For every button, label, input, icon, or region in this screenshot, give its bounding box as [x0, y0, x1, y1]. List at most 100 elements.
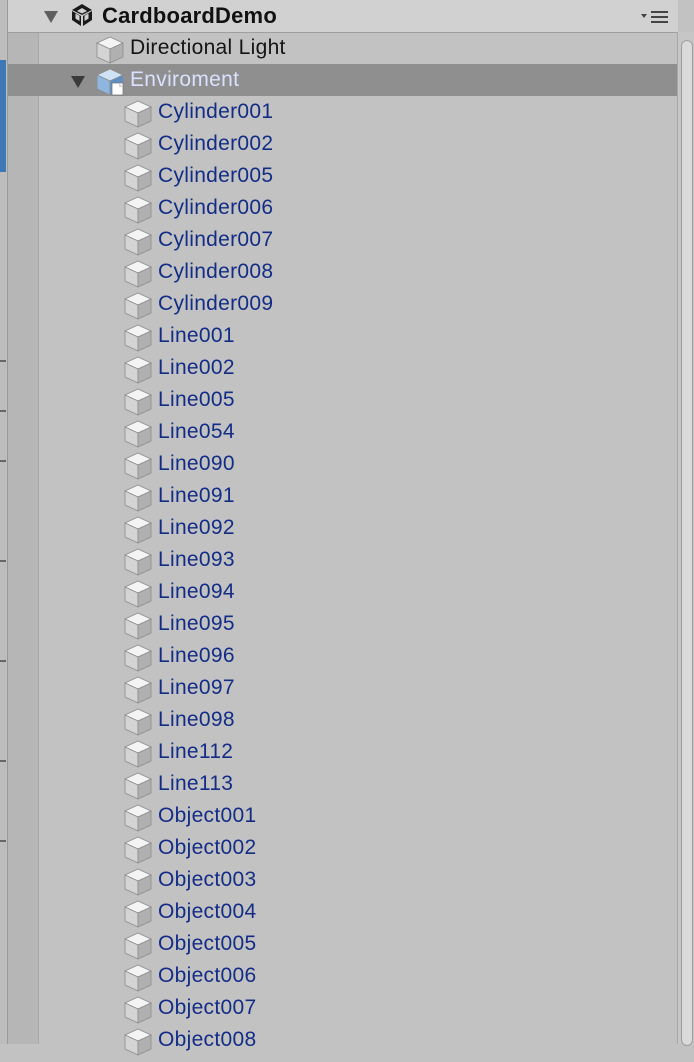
item-label: Cylinder001: [158, 100, 274, 123]
hierarchy-item-line001[interactable]: Line001: [8, 320, 678, 352]
scene-name: CardboardDemo: [102, 3, 277, 28]
hierarchy-item-object008[interactable]: Object008: [8, 1024, 678, 1056]
gameobject-cube-icon: [123, 963, 153, 993]
item-label: Object005: [158, 932, 257, 955]
gameobject-cube-icon: [123, 131, 153, 161]
gameobject-cube-icon: [123, 611, 153, 641]
gameobject-cube-icon: [123, 867, 153, 897]
item-label: Line005: [158, 388, 235, 411]
item-label: Line001: [158, 324, 235, 347]
hierarchy-item-line098[interactable]: Line098: [8, 704, 678, 736]
hierarchy-item-cylinder008[interactable]: Cylinder008: [8, 256, 678, 288]
vertical-scrollbar[interactable]: [677, 32, 694, 1046]
gameobject-cube-icon: [123, 931, 153, 961]
gameobject-cube-icon: [123, 419, 153, 449]
hierarchy-item-directional-light[interactable]: Directional Light: [8, 32, 678, 64]
hierarchy-item-cylinder009[interactable]: Cylinder009: [8, 288, 678, 320]
adjacent-panel-edge: [0, 0, 8, 1044]
hierarchy-item-object002[interactable]: Object002: [8, 832, 678, 864]
item-label: Line093: [158, 548, 235, 571]
hierarchy-item-object005[interactable]: Object005: [8, 928, 678, 960]
gameobject-cube-icon: [123, 387, 153, 417]
hierarchy-item-line005[interactable]: Line005: [8, 384, 678, 416]
item-label: Line095: [158, 612, 235, 635]
item-label: Object004: [158, 900, 257, 923]
item-label: Cylinder006: [158, 196, 274, 219]
gameobject-cube-icon: [123, 675, 153, 705]
hierarchy-item-cylinder002[interactable]: Cylinder002: [8, 128, 678, 160]
gameobject-cube-icon: [123, 195, 153, 225]
prefab-cube-icon: [95, 67, 125, 97]
item-label: Line096: [158, 644, 235, 667]
hierarchy-item-cylinder006[interactable]: Cylinder006: [8, 192, 678, 224]
gameobject-cube-icon: [123, 451, 153, 481]
item-label: Object006: [158, 964, 257, 987]
gameobject-cube-icon: [123, 899, 153, 929]
hierarchy-item-line113[interactable]: Line113: [8, 768, 678, 800]
hierarchy-item-line096[interactable]: Line096: [8, 640, 678, 672]
item-label: Line113: [158, 772, 234, 795]
dropdown-menu-icon[interactable]: [640, 8, 670, 26]
hierarchy-item-line091[interactable]: Line091: [8, 480, 678, 512]
scrollbar-thumb[interactable]: [681, 40, 693, 1046]
gameobject-cube-icon: [123, 483, 153, 513]
item-label: Line094: [158, 580, 235, 603]
hierarchy-item-line112[interactable]: Line112: [8, 736, 678, 768]
gameobject-cube-icon: [123, 1027, 153, 1057]
hierarchy-item-object007[interactable]: Object007: [8, 992, 678, 1024]
item-label: Cylinder002: [158, 132, 274, 155]
gameobject-cube-icon: [123, 227, 153, 257]
gameobject-cube-icon: [123, 323, 153, 353]
item-label: Line112: [158, 740, 234, 763]
item-label: Line098: [158, 708, 235, 731]
gameobject-cube-icon: [123, 835, 153, 865]
hierarchy-item-line094[interactable]: Line094: [8, 576, 678, 608]
gameobject-cube-icon: [95, 35, 125, 65]
item-label: Cylinder007: [158, 228, 274, 251]
hierarchy-item-cylinder001[interactable]: Cylinder001: [8, 96, 678, 128]
gameobject-cube-icon: [123, 995, 153, 1025]
gameobject-cube-icon: [123, 99, 153, 129]
gameobject-cube-icon: [123, 579, 153, 609]
hierarchy-item-object006[interactable]: Object006: [8, 960, 678, 992]
hierarchy-item-cylinder007[interactable]: Cylinder007: [8, 224, 678, 256]
item-label: Enviroment: [130, 68, 240, 91]
item-label: Object007: [158, 996, 257, 1019]
hierarchy-item-line092[interactable]: Line092: [8, 512, 678, 544]
item-label: Line092: [158, 516, 235, 539]
item-label: Cylinder009: [158, 292, 274, 315]
item-label: Line090: [158, 452, 235, 475]
item-label: Directional Light: [130, 36, 286, 59]
expand-arrow-icon[interactable]: [71, 76, 85, 88]
hierarchy-item-object001[interactable]: Object001: [8, 800, 678, 832]
gameobject-cube-icon: [123, 707, 153, 737]
adjacent-panel-highlight: [0, 60, 6, 172]
item-label: Object008: [158, 1028, 257, 1051]
hierarchy-item-line095[interactable]: Line095: [8, 608, 678, 640]
hierarchy-item-cylinder005[interactable]: Cylinder005: [8, 160, 678, 192]
gameobject-cube-icon: [123, 739, 153, 769]
item-label: Line091: [158, 484, 235, 507]
scene-foldout-arrow-icon[interactable]: [44, 11, 58, 23]
item-label: Object002: [158, 836, 257, 859]
hierarchy-item-object003[interactable]: Object003: [8, 864, 678, 896]
item-label: Cylinder005: [158, 164, 274, 187]
item-label: Object001: [158, 804, 257, 827]
item-label: Line097: [158, 676, 235, 699]
gameobject-cube-icon: [123, 643, 153, 673]
hierarchy-item-line002[interactable]: Line002: [8, 352, 678, 384]
hierarchy-tree: Directional Light Enviroment Cylinder001 Cy…: [8, 32, 678, 1056]
gameobject-cube-icon: [123, 803, 153, 833]
hierarchy-item-object004[interactable]: Object004: [8, 896, 678, 928]
item-label: Cylinder008: [158, 260, 274, 283]
hierarchy-item-line093[interactable]: Line093: [8, 544, 678, 576]
item-label: Line054: [158, 420, 235, 443]
scene-header[interactable]: CardboardDemo: [8, 0, 678, 33]
gameobject-cube-icon: [123, 163, 153, 193]
hierarchy-item-line097[interactable]: Line097: [8, 672, 678, 704]
gameobject-cube-icon: [123, 355, 153, 385]
hierarchy-item-enviroment[interactable]: Enviroment: [8, 64, 678, 96]
hierarchy-item-line090[interactable]: Line090: [8, 448, 678, 480]
hierarchy-item-line054[interactable]: Line054: [8, 416, 678, 448]
item-label: Line002: [158, 356, 235, 379]
